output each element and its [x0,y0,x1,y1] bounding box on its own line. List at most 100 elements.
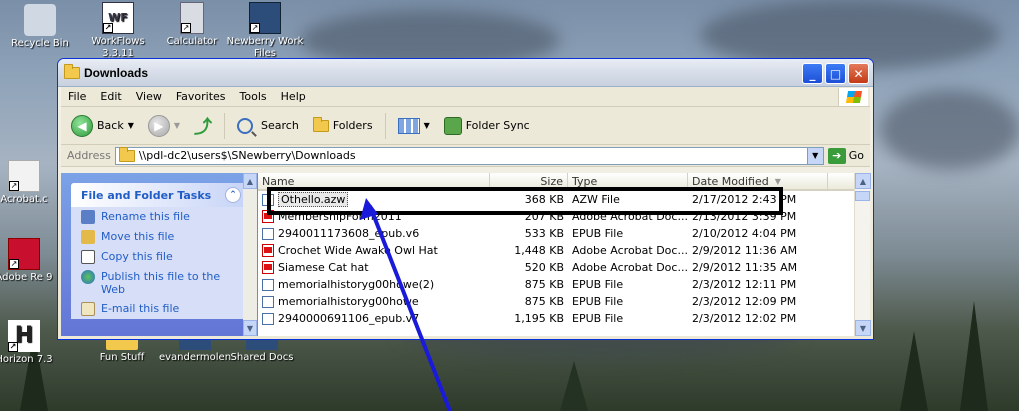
file-name-cell: Siamese Cat hat [258,261,490,274]
scroll-down-icon[interactable]: ▼ [243,320,257,336]
address-bar: Address \\pdl-dc2\users$\SNewberry\Downl… [61,145,870,167]
email-icon [81,302,95,316]
close-button[interactable]: ✕ [848,63,869,84]
menu-file[interactable]: File [61,90,93,103]
file-date: 2/3/2012 12:09 PM [692,295,797,308]
task-move[interactable]: Move this file [71,227,249,247]
file-type: Adobe Acrobat Doc... [572,261,688,274]
window-title: Downloads [84,65,149,80]
desktop-icon-calculator[interactable]: ↗ Calculator [152,2,232,48]
go-button[interactable]: ➔ Go [827,147,864,164]
menu-view[interactable]: View [129,90,169,103]
newberry-work-files-icon: ↗ [249,2,281,34]
file-icon [262,227,274,240]
file-type: Adobe Acrobat Doc... [572,244,688,257]
file-size: 875 KB [524,295,564,308]
menu-tools[interactable]: Tools [233,90,274,103]
address-label: Address [67,149,111,162]
file-name: 2940000691106_epub.v7 [278,312,420,325]
task-email[interactable]: E-mail this file [71,299,249,319]
file-row[interactable]: 2940011173608_epub.v6 533 KB EPUB File 2/10… [258,225,870,242]
file-name: memorialhistoryg00howe(2) [278,278,435,291]
menu-favorites[interactable]: Favorites [169,90,233,103]
task-pane: File and Folder Tasks ⌃ Rename this file… [61,173,257,336]
adobe-reader-icon: ↗ [8,238,40,270]
windows-flag-icon [838,88,868,106]
file-row[interactable]: memorialhistoryg00howe(2) 875 KB EPUB File… [258,276,870,293]
file-date: 2/9/2012 11:36 AM [692,244,798,257]
toolbar-separator [384,112,386,139]
task-rename[interactable]: Rename this file [71,207,249,227]
file-type: EPUB File [572,227,624,240]
file-size: 520 KB [524,261,564,274]
folder-icon [64,63,80,79]
file-type: EPUB File [572,295,624,308]
scroll-up-icon[interactable]: ▲ [855,173,871,189]
task-copy[interactable]: Copy this file [71,247,249,267]
file-type: EPUB File [572,278,624,291]
file-name-cell: 2940011173608_epub.v6 [258,227,490,240]
desktop-icon-recycle-bin[interactable]: Recycle Bin [0,4,80,50]
toolbar-separator [224,112,226,139]
globe-icon [81,270,95,284]
menu-help[interactable]: Help [274,90,313,103]
forward-arrow-icon: ▶ [147,114,170,137]
task-pane-scrollbar[interactable]: ▲ ▼ [243,173,257,336]
address-input[interactable]: \\pdl-dc2\users$\SNewberry\Downloads ▼ [114,146,824,165]
desktop-icon-fun-stuff[interactable]: Fun Stuff [82,336,162,364]
search-button[interactable]: Search [233,116,303,136]
minimize-button[interactable]: _ [802,63,823,84]
title-bar[interactable]: Downloads _ □ ✕ [58,59,873,87]
desktop-icon-acrobat[interactable]: ↗ Acrobat.c [0,160,64,206]
desktop-icon-shared-docs[interactable]: Shared Docs [222,336,302,364]
collapse-icon[interactable]: ⌃ [225,187,241,203]
back-button[interactable]: ◀ Back ▼ [67,113,138,139]
file-row[interactable]: Siamese Cat hat 520 KB Adobe Acrobat Doc..… [258,259,870,276]
scroll-down-icon[interactable]: ▼ [855,320,871,336]
folders-button[interactable]: Folders [309,116,377,134]
file-row[interactable]: Crochet Wide Awake Owl Hat 1,448 KB Adobe … [258,242,870,259]
file-icon [262,295,274,308]
file-row[interactable]: memorialhistoryg00howe 875 KB EPUB File 2/3… [258,293,870,310]
desktop-icon-workflows[interactable]: WF ↗ WorkFlows 3.3.11 [78,2,158,60]
file-name: Siamese Cat hat [278,261,369,274]
file-folder-tasks-header[interactable]: File and Folder Tasks ⌃ [71,183,249,207]
menu-bar: File Edit View Favorites Tools Help [61,87,870,107]
file-icon [262,278,274,291]
file-size: 533 KB [524,227,564,240]
up-folder-button[interactable]: ⤴ [190,111,216,141]
calculator-icon: ↗ [180,2,204,34]
go-arrow-icon: ➔ [827,147,846,164]
desktop-icon-adobe-reader[interactable]: ↗ Adobe Re 9 [0,238,64,284]
forward-button[interactable]: ▶ ▼ [144,113,184,139]
file-date: 2/10/2012 4:04 PM [692,227,797,240]
folders-icon [312,116,329,132]
address-dropdown-icon[interactable]: ▼ [806,147,823,164]
desktop-icon-newberry-work-files[interactable]: ↗ Newberry Work Files [225,2,305,60]
file-row[interactable]: 2940000691106_epub.v7 1,195 KB EPUB File 2/… [258,310,870,327]
copy-icon [81,250,95,264]
file-list-scrollbar[interactable]: ▲ ▼ [854,173,871,336]
pdf-file-icon [262,261,274,274]
file-size: 875 KB [524,278,564,291]
folder-sync-icon [443,116,462,135]
scroll-up-icon[interactable]: ▲ [243,173,257,189]
folder-icon [118,146,135,162]
task-publish[interactable]: Publish this file to the Web [71,267,249,299]
file-date: 2/9/2012 11:35 AM [692,261,798,274]
maximize-button[interactable]: □ [825,63,846,84]
acrobat-icon: ↗ [8,160,40,192]
views-button[interactable]: ▼ [394,116,434,136]
file-name-cell: memorialhistoryg00howe [258,295,490,308]
address-path: \\pdl-dc2\users$\SNewberry\Downloads [138,149,356,162]
menu-edit[interactable]: Edit [93,90,128,103]
pdf-file-icon [262,244,274,257]
scroll-thumb[interactable] [855,191,870,201]
toolbar: ◀ Back ▼ ▶ ▼ ⤴ Search Folders ▼ Folder S… [61,107,870,145]
file-name-cell: Crochet Wide Awake Owl Hat [258,244,490,257]
file-name: 2940011173608_epub.v6 [278,227,420,240]
file-size: 1,195 KB [514,312,564,325]
folder-sync-button[interactable]: Folder Sync [440,115,534,137]
horizon-icon: H ↗ [8,320,40,352]
desktop-icon-horizon[interactable]: H ↗ Horizon 7.3 [0,320,64,366]
